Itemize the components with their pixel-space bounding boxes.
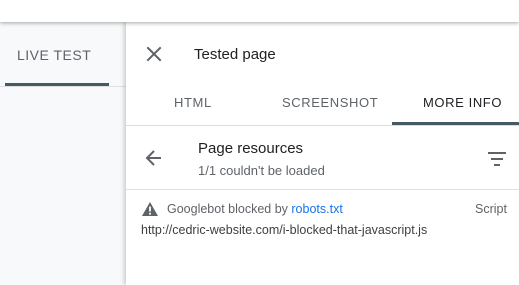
section-divider <box>126 189 519 190</box>
tested-page-panel: Tested page HTML SCREENSHOT MORE INFO Pa… <box>126 22 519 285</box>
tabs-divider <box>126 125 519 126</box>
page-resources-subtitle: 1/1 couldn't be loaded <box>198 163 325 178</box>
tab-live-test-label: LIVE TEST <box>17 47 92 63</box>
tab-screenshot[interactable]: SCREENSHOT <box>282 95 378 110</box>
arrow-back-icon[interactable] <box>144 148 164 168</box>
tab-more-info[interactable]: MORE INFO <box>423 95 502 110</box>
close-icon[interactable] <box>144 44 164 64</box>
page-resources-title: Page resources <box>198 140 304 157</box>
resource-url: http://cedric-website.com/i-blocked-that… <box>141 223 428 237</box>
left-divider <box>0 86 126 87</box>
tab-html[interactable]: HTML <box>174 95 212 110</box>
resource-type: Script <box>475 202 507 216</box>
resource-status-text: Googlebot blocked by <box>167 202 292 216</box>
panel-title: Tested page <box>194 46 276 63</box>
left-pane: LIVE TEST <box>0 22 126 285</box>
warning-icon <box>142 202 158 216</box>
robots-txt-link[interactable]: robots.txt <box>291 202 342 216</box>
top-app-bar <box>0 0 519 22</box>
filter-icon[interactable] <box>487 151 507 167</box>
resource-status: Googlebot blocked by robots.txt <box>167 202 343 216</box>
